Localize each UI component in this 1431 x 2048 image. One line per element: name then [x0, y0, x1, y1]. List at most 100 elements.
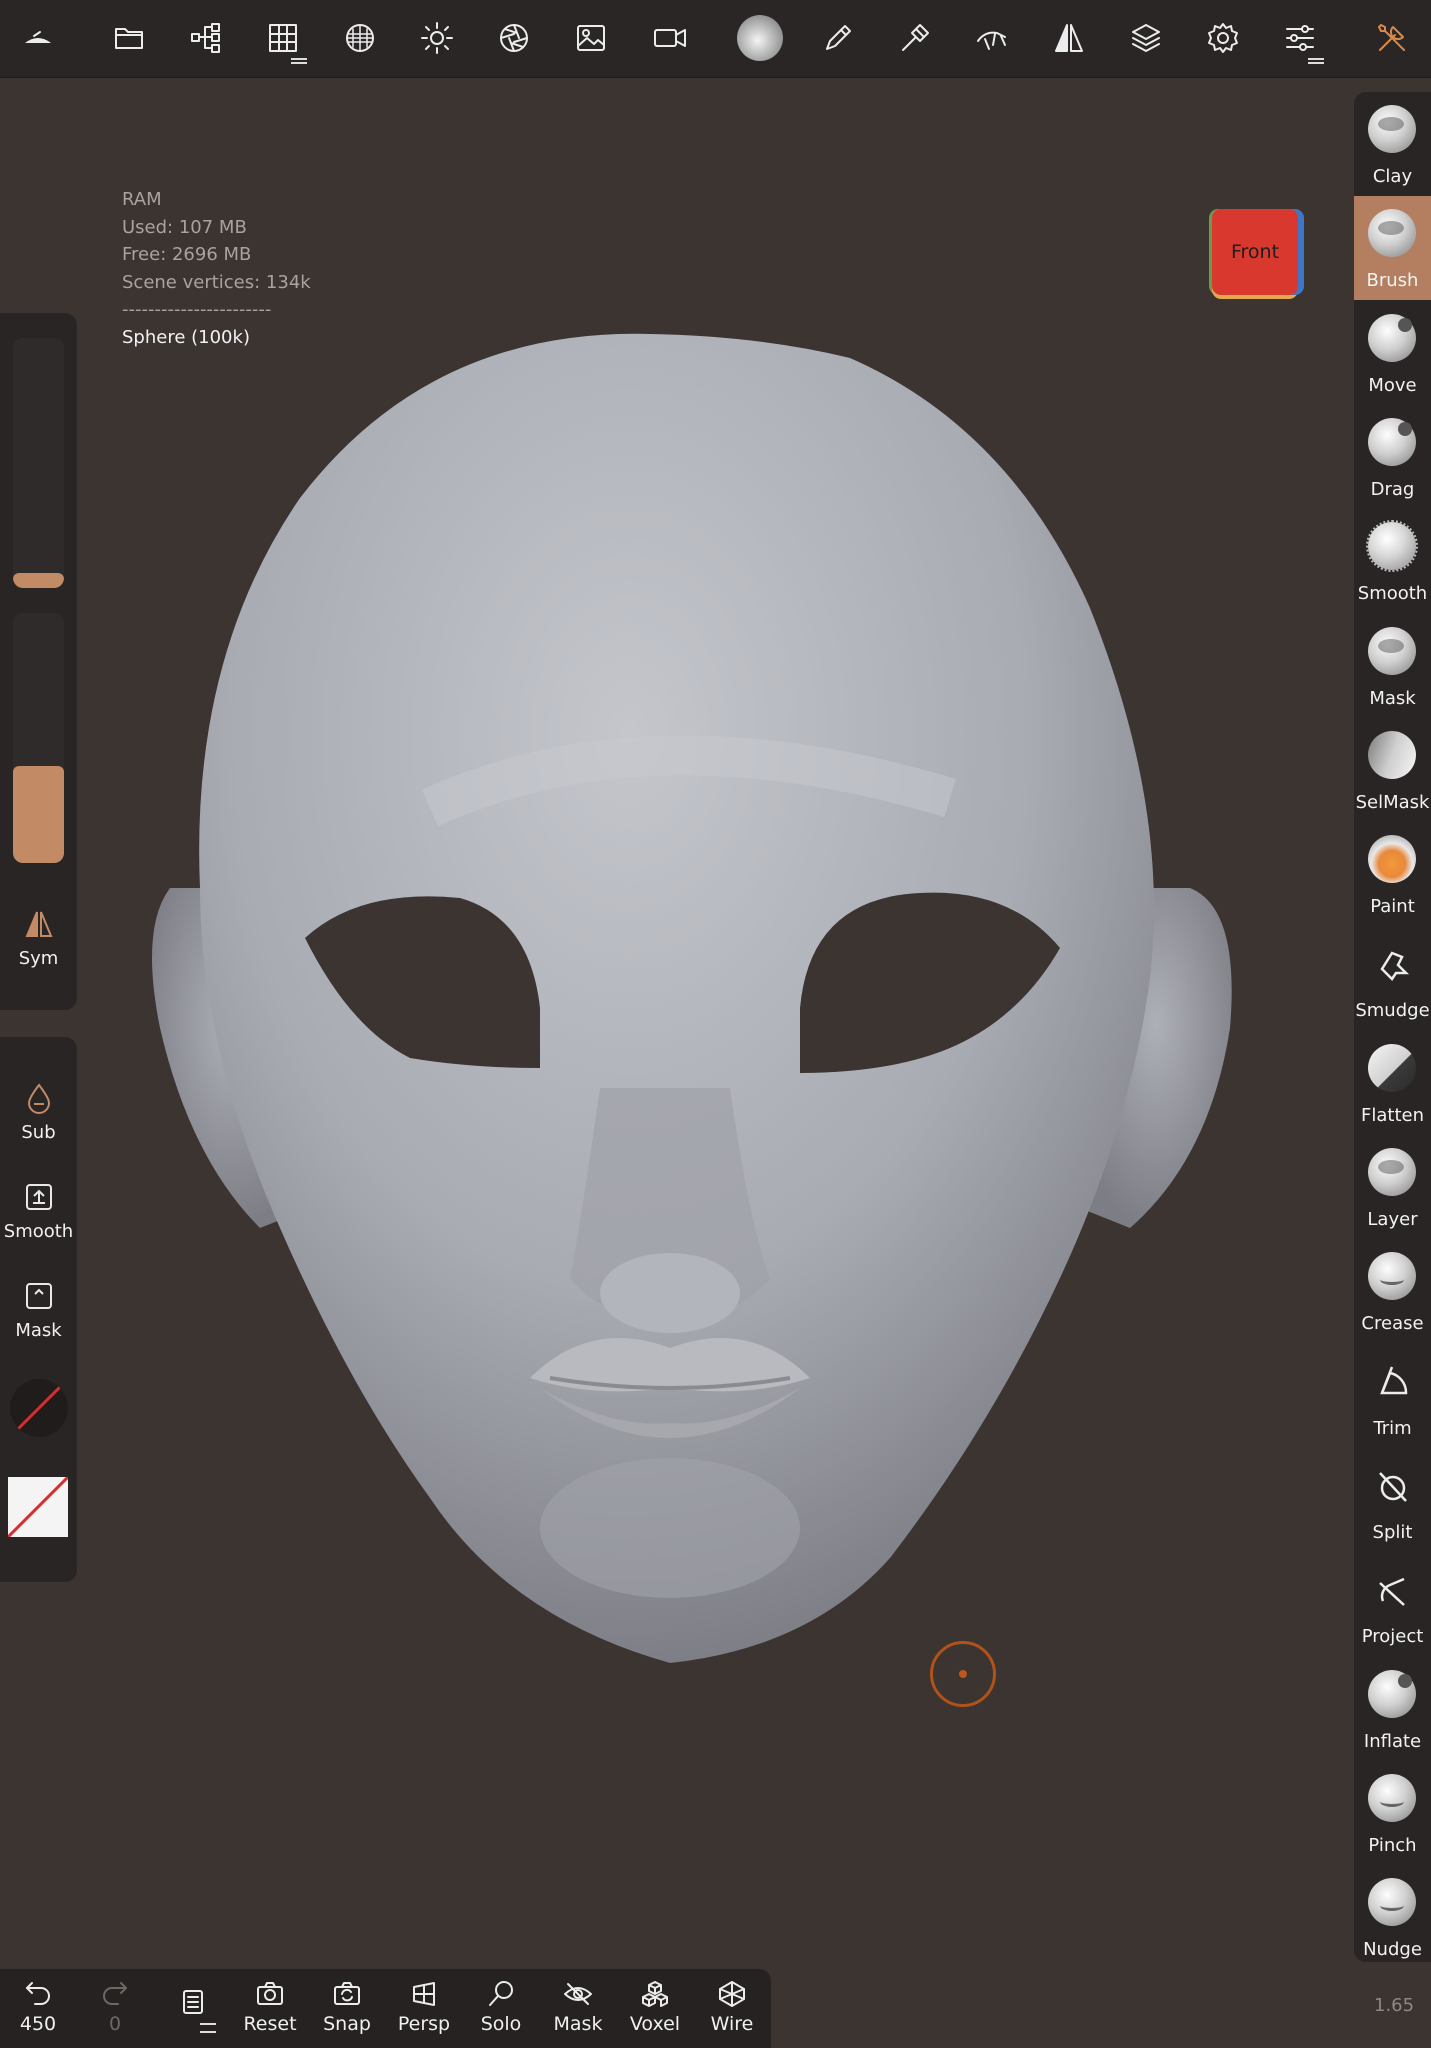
mask-visibility-button[interactable]: Mask	[543, 1979, 613, 2035]
tool-move[interactable]: Move	[1354, 301, 1431, 405]
settings-icon[interactable]	[1199, 14, 1247, 62]
nudge-tool-icon	[1368, 1878, 1418, 1928]
tool-flatten[interactable]: Flatten	[1354, 1031, 1431, 1135]
snap-label: Snap	[323, 2013, 371, 2035]
tool-selmask[interactable]: SelMask	[1354, 718, 1431, 822]
drop-icon	[27, 1083, 50, 1114]
top-toolbar	[0, 0, 1431, 78]
sculpted-head-model[interactable]	[130, 328, 1270, 1678]
layers-icon[interactable]	[1122, 14, 1170, 62]
tool-crease[interactable]: Crease	[1354, 1239, 1431, 1343]
reset-button[interactable]: Reset	[235, 1979, 305, 2035]
notebook-icon	[183, 1990, 203, 2014]
wireframe-label: Wire	[710, 2013, 754, 2035]
left-modifier-panel: Sub Smooth Mask	[0, 1037, 77, 1582]
voxel-button[interactable]: Voxel	[620, 1979, 690, 2035]
tool-paint[interactable]: Paint	[1354, 822, 1431, 926]
sub-button[interactable]: Sub	[0, 1082, 77, 1143]
symmetry-icon[interactable]	[1045, 14, 1093, 62]
smooth-modifier-button[interactable]: Smooth	[0, 1181, 77, 1242]
symmetry-icon	[25, 911, 52, 937]
wireframe-button[interactable]: Wire	[697, 1979, 767, 2035]
tool-label: Mask	[1369, 687, 1416, 709]
folder-icon[interactable]	[105, 14, 153, 62]
tool-split[interactable]: Split	[1354, 1448, 1431, 1552]
tool-project[interactable]: Project	[1354, 1552, 1431, 1656]
redo-icon	[103, 1982, 127, 2005]
intensity-slider[interactable]	[13, 613, 64, 863]
matcap-sphere-icon[interactable]	[736, 14, 784, 62]
stats-separator: -----------------------	[122, 299, 272, 320]
crease-tool-icon	[1368, 1252, 1418, 1302]
tool-mask[interactable]: Mask	[1354, 614, 1431, 718]
light-icon[interactable]	[413, 14, 461, 62]
intensity-slider-fill	[13, 765, 64, 863]
mask-modifier-button[interactable]: Mask	[0, 1280, 77, 1341]
redo-button[interactable]: 0	[80, 1979, 150, 2035]
image-icon[interactable]	[567, 14, 615, 62]
tool-label: Brush	[1366, 270, 1419, 292]
voxel-label: Voxel	[629, 2013, 681, 2035]
material-icon[interactable]	[336, 14, 384, 62]
grid-icon[interactable]	[259, 14, 307, 64]
history-button[interactable]	[158, 1987, 228, 2033]
tool-label: Pinch	[1368, 1834, 1417, 1856]
bottom-toolbar: 450 0 Reset Snap Persp Solo Mask Voxel W…	[0, 1969, 771, 2048]
tools-icon[interactable]	[1368, 14, 1416, 62]
smooth-modifier-label: Smooth	[3, 1221, 74, 1242]
alpha-texture-button[interactable]	[10, 1379, 68, 1437]
tool-layer[interactable]: Layer	[1354, 1135, 1431, 1239]
ram-free: Free: 2696 MB	[122, 244, 252, 265]
tool-label: Crease	[1361, 1313, 1424, 1335]
view-cube[interactable]: Front	[1212, 209, 1298, 295]
tool-nudge[interactable]: Nudge	[1354, 1865, 1431, 1962]
paint-tool-icon	[1368, 835, 1418, 885]
undo-button[interactable]: 450	[3, 1979, 73, 2035]
split-tool-icon	[1368, 1461, 1418, 1511]
tool-drag[interactable]: Drag	[1354, 405, 1431, 509]
layer-tool-icon	[1368, 1148, 1418, 1198]
tool-label: Split	[1372, 1521, 1413, 1543]
aperture-icon[interactable]	[490, 14, 538, 62]
selected-mesh-name[interactable]: Sphere (100k)	[122, 324, 311, 352]
nomad-logo-icon[interactable]	[14, 14, 62, 62]
mask-modifier-label: Mask	[15, 1320, 62, 1341]
pen-icon[interactable]	[814, 14, 862, 62]
perspective-button[interactable]: Persp	[389, 1979, 459, 2035]
tool-smudge[interactable]: Smudge	[1354, 926, 1431, 1030]
scene-tree-icon[interactable]	[182, 14, 230, 62]
hammer-icon[interactable]	[891, 14, 939, 62]
view-cube-label: Front	[1230, 241, 1280, 263]
tool-label: Paint	[1370, 896, 1415, 918]
symmetry-button[interactable]: Sym	[0, 908, 77, 969]
smooth-box-icon	[25, 1184, 52, 1210]
app-version: 1.65	[1374, 1995, 1415, 2016]
left-slider-panel: Sym	[0, 313, 77, 1010]
tool-label: Nudge	[1363, 1939, 1422, 1961]
selmask-tool-icon	[1368, 730, 1418, 781]
eye-off-icon	[564, 1983, 592, 2005]
tool-clay[interactable]: Clay	[1354, 92, 1431, 196]
color-swatch-button[interactable]	[8, 1477, 68, 1537]
smudge-tool-icon	[1368, 939, 1418, 989]
sliders-icon[interactable]	[1276, 14, 1324, 64]
solo-button[interactable]: Solo	[466, 1979, 536, 2035]
pose-icon[interactable]	[968, 14, 1016, 62]
tool-brush[interactable]: Brush	[1354, 196, 1431, 301]
tool-label: Drag	[1370, 478, 1415, 500]
tool-pinch[interactable]: Pinch	[1354, 1761, 1431, 1865]
inflate-tool-icon	[1368, 1669, 1418, 1720]
video-camera-icon[interactable]	[646, 14, 694, 62]
radius-slider-fill	[13, 573, 64, 588]
sculpt-viewport[interactable]: RAM Used: 107 MB Free: 2696 MB Scene ver…	[0, 78, 1354, 1968]
tool-label: Flatten	[1361, 1104, 1424, 1126]
tool-trim[interactable]: Trim	[1354, 1344, 1431, 1448]
snap-button[interactable]: Snap	[312, 1979, 382, 2035]
radius-slider[interactable]	[13, 338, 64, 588]
camera-reset-icon	[257, 1982, 283, 2005]
tool-label: Trim	[1373, 1417, 1412, 1439]
tool-smooth[interactable]: Smooth	[1354, 509, 1431, 613]
smooth-tool-icon	[1366, 520, 1418, 573]
scene-stats: RAM Used: 107 MB Free: 2696 MB Scene ver…	[122, 186, 311, 351]
tool-inflate[interactable]: Inflate	[1354, 1657, 1431, 1761]
